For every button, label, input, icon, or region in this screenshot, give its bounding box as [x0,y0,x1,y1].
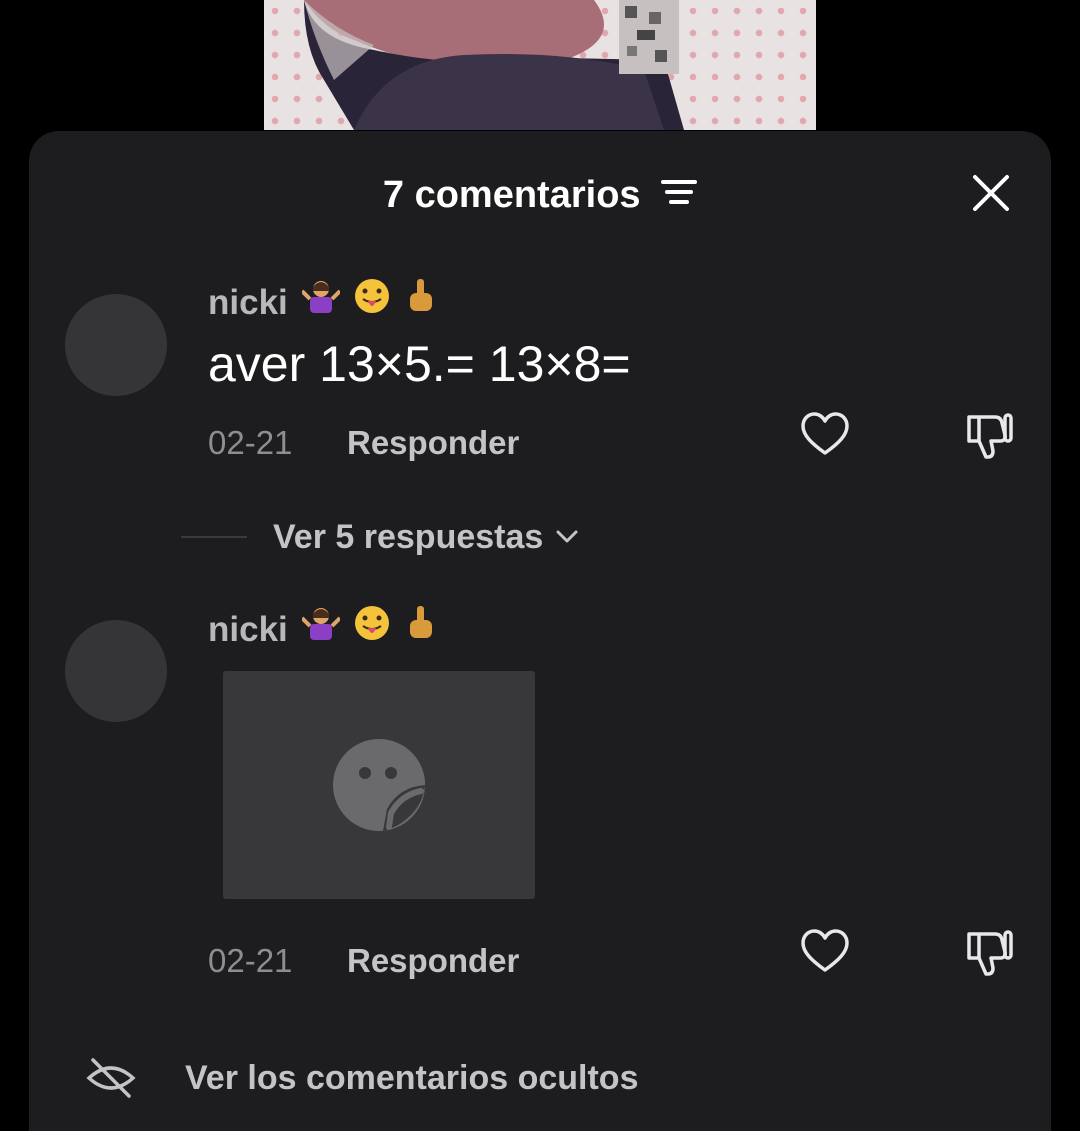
hidden-eye-icon [86,1058,136,1098]
sticker-placeholder[interactable] [223,671,535,899]
thumbs-down-icon [967,413,1013,459]
chevron-down-icon [556,530,578,543]
close-icon [973,175,1009,211]
person-shrugging-emoji-icon [300,277,341,326]
comments-header: 7 comentarios [29,171,1051,219]
video-frame-art [304,0,684,130]
tongue-emoji-icon [353,277,391,326]
comments-count-title: 7 comentarios [382,174,641,216]
tongue-emoji-icon [353,604,391,653]
comment-username[interactable]: nicki [208,606,435,653]
comment-date: 02-21 [208,424,293,461]
heart-icon [801,929,849,972]
comment-username[interactable]: nicki [208,279,435,326]
middle-finger-emoji-icon [405,277,435,326]
heart-icon [801,412,849,455]
filter-icon[interactable] [661,170,698,218]
person-shrugging-emoji-icon [300,604,341,653]
dislike-button[interactable] [963,926,1015,978]
middle-finger-emoji-icon [405,604,435,653]
comments-sheet: 7 comentarios nicki aver 13×5.= 13×8= 02… [29,131,1051,1131]
comment-text: aver 13×5.= 13×8= [208,336,631,392]
avatar[interactable] [65,294,167,396]
view-replies-button[interactable]: Ver 5 respuestas [181,516,579,558]
replies-divider [181,536,247,538]
reply-button[interactable]: Responder [347,423,519,463]
thumbs-down-icon [967,930,1013,976]
close-button[interactable] [971,173,1011,213]
video-thumbnail [264,0,816,130]
like-button[interactable] [799,926,851,978]
like-button[interactable] [799,409,851,461]
view-hidden-comments-button[interactable]: Ver los comentarios ocultos [85,1056,638,1100]
reply-button[interactable]: Responder [347,941,519,981]
avatar[interactable] [65,620,167,722]
dislike-button[interactable] [963,409,1015,461]
comment-date: 02-21 [208,942,293,979]
sticker-placeholder-icon [333,738,425,831]
